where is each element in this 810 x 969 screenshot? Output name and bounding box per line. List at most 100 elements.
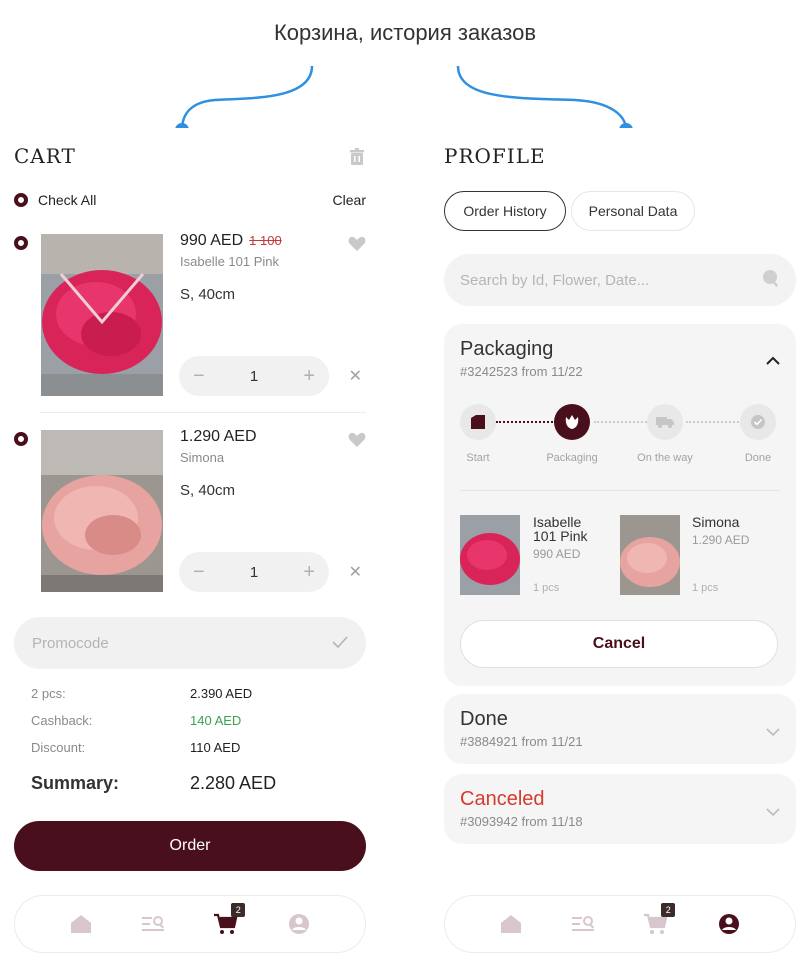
order-meta: #3884921 from 11/21 xyxy=(460,734,583,749)
order-search-input[interactable]: Search by Id, Flower, Date... xyxy=(444,254,796,306)
step-label: Done xyxy=(744,452,772,464)
item-old-price: 1 100 xyxy=(249,233,282,248)
chevron-up-icon[interactable] xyxy=(766,352,780,370)
check-all-radio[interactable] xyxy=(14,193,28,207)
profile-screen: PROFILE Order History Personal Data Sear… xyxy=(430,128,810,969)
item-size: S, 40cm xyxy=(180,286,236,303)
product-image xyxy=(41,234,163,396)
profile-logo: PROFILE xyxy=(444,144,546,168)
item-size: S, 40cm xyxy=(180,482,236,499)
heart-icon[interactable] xyxy=(348,432,366,453)
order-item-image xyxy=(620,515,680,595)
increase-button[interactable]: + xyxy=(303,561,315,584)
bottom-tab-bar: 2 xyxy=(444,895,796,953)
truck-icon xyxy=(647,404,683,440)
cashback-label: Cashback: xyxy=(31,713,93,728)
order-status: Canceled xyxy=(460,788,545,810)
order-button[interactable]: Order xyxy=(14,821,366,871)
cashback-row: Cashback: 140 AED xyxy=(31,713,331,728)
bottom-tab-bar: 2 xyxy=(14,895,366,953)
promocode-input[interactable]: Promocode xyxy=(14,617,366,669)
step-on-the-way: On the way xyxy=(625,404,705,464)
order-item-name: Simona xyxy=(692,514,740,530)
item-price-value: 990 AED xyxy=(180,232,244,249)
item-select-radio[interactable] xyxy=(14,236,28,250)
check-all-toggle[interactable]: Check All xyxy=(14,192,96,208)
cart-icon[interactable]: 2 xyxy=(213,903,246,937)
order-meta: #3242523 from 11/22 xyxy=(460,364,583,379)
remove-item-icon[interactable]: ✕ xyxy=(349,366,362,386)
search-placeholder: Search by Id, Flower, Date... xyxy=(460,271,650,289)
checkmark-icon[interactable] xyxy=(332,635,348,652)
page-caption: Корзина, история заказов xyxy=(273,20,537,45)
check-all-label: Check All xyxy=(38,192,97,208)
tab-order-history[interactable]: Order History xyxy=(444,191,566,231)
order-status: Done xyxy=(460,708,508,730)
remove-item-icon[interactable]: ✕ xyxy=(349,562,362,582)
quantity-value: 1 xyxy=(249,563,259,581)
item-price: 990 AED 1 100 xyxy=(180,232,282,250)
search-icon[interactable] xyxy=(762,269,780,291)
tab-personal-data[interactable]: Personal Data xyxy=(571,191,695,231)
discount-row: Discount: 110 AED xyxy=(31,740,331,755)
item-name: Isabelle 101 Pink xyxy=(180,254,280,269)
chevron-down-icon[interactable] xyxy=(766,724,780,742)
order-card-collapsed[interactable]: Canceled #3093942 from 11/18 xyxy=(444,774,796,844)
home-icon[interactable] xyxy=(498,911,524,937)
order-item-price: 990 AED xyxy=(533,547,581,561)
item-divider xyxy=(40,412,366,413)
heart-icon[interactable] xyxy=(348,236,366,257)
tulip-icon xyxy=(554,404,590,440)
cart-item: 990 AED 1 100 Isabelle 101 Pink S, 40cm −… xyxy=(14,232,366,404)
cart-badge: 2 xyxy=(661,903,676,917)
order-item-qty: 1 pcs xyxy=(692,582,719,594)
order-status: Packaging xyxy=(460,338,554,360)
cart-badge: 2 xyxy=(231,903,246,917)
profile-icon[interactable] xyxy=(286,911,312,937)
decrease-button[interactable]: − xyxy=(193,561,205,584)
decrease-button[interactable]: − xyxy=(193,365,205,388)
order-item-name: Isabelle 101 Pink xyxy=(533,514,588,544)
quantity-stepper: − 1 + xyxy=(179,552,329,592)
increase-button[interactable]: + xyxy=(303,365,315,388)
step-start: Start xyxy=(438,404,518,464)
total-label: 2 pcs: xyxy=(31,686,66,701)
order-meta: #3093942 from 11/18 xyxy=(460,814,583,829)
summary-label: Summary: xyxy=(31,773,120,793)
catalog-search-icon[interactable] xyxy=(141,911,167,937)
step-label: Packaging xyxy=(546,452,598,464)
order-card-collapsed[interactable]: Done #3884921 from 11/21 xyxy=(444,694,796,764)
chevron-down-icon[interactable] xyxy=(766,804,780,822)
cancel-order-button[interactable]: Cancel xyxy=(460,620,778,668)
cart-screen: CART Check All Clear 990 AED 1 100 Isabel… xyxy=(0,128,380,969)
step-done: Done xyxy=(718,404,798,464)
order-item-image xyxy=(460,515,520,595)
item-price: 1.290 AED xyxy=(180,428,257,446)
step-label: On the way xyxy=(637,452,693,464)
quantity-stepper: − 1 + xyxy=(179,356,329,396)
trash-icon[interactable] xyxy=(348,148,366,171)
cashback-value: 140 AED xyxy=(190,713,242,728)
clear-button[interactable]: Clear xyxy=(333,192,366,208)
cart-logo: CART xyxy=(14,144,76,168)
cart-item: 1.290 AED Simona S, 40cm − 1 + ✕ xyxy=(14,428,366,600)
card-divider xyxy=(460,490,780,491)
product-image xyxy=(41,430,163,592)
step-label: Start xyxy=(466,452,490,464)
item-price-value: 1.290 AED xyxy=(180,428,257,445)
item-name: Simona xyxy=(180,450,225,465)
discount-value: 110 AED xyxy=(190,740,241,755)
quantity-value: 1 xyxy=(249,367,259,385)
promocode-placeholder: Promocode xyxy=(32,634,109,652)
order-item-qty: 1 pcs xyxy=(533,582,560,594)
order-item-price: 1.290 AED xyxy=(692,533,750,547)
catalog-search-icon[interactable] xyxy=(571,911,597,937)
box-icon xyxy=(460,404,496,440)
total-pcs-row: 2 pcs: 2.390 AED xyxy=(31,686,331,701)
summary-row: Summary: 2.280 AED xyxy=(31,773,351,794)
cart-icon[interactable]: 2 xyxy=(643,903,676,937)
step-packaging: Packaging xyxy=(532,404,612,464)
item-select-radio[interactable] xyxy=(14,432,28,446)
home-icon[interactable] xyxy=(68,911,94,937)
profile-icon[interactable] xyxy=(716,911,742,937)
